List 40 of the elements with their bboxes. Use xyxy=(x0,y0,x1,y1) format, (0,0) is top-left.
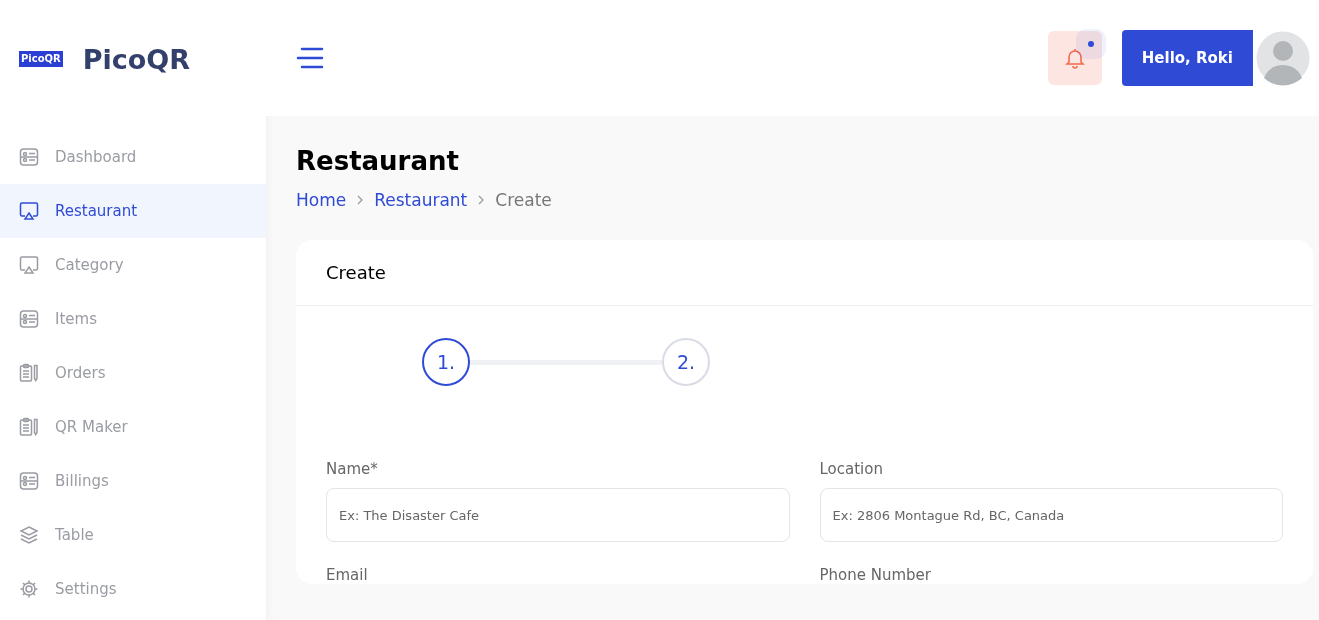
notification-button[interactable] xyxy=(1047,31,1102,85)
input-field[interactable]: Ex: 2806 Montague Rd, BC, Canada xyxy=(819,488,1283,542)
field-label: Name* xyxy=(326,460,379,478)
step-indicator[interactable]: 2. xyxy=(662,338,710,386)
sidebar-item[interactable]: Dashboard xyxy=(0,130,266,184)
monitor-icon xyxy=(19,201,39,221)
input-field[interactable]: Ex: The Disaster Cafe xyxy=(326,488,790,542)
menu-button[interactable] xyxy=(296,46,324,70)
bell-icon xyxy=(1062,46,1087,70)
avatar-icon[interactable] xyxy=(1253,28,1313,88)
brand-name: PicoQR xyxy=(82,43,191,75)
step-indicator[interactable]: 1. xyxy=(422,338,470,386)
page-title: Restaurant xyxy=(296,146,460,176)
monitor-icon xyxy=(19,255,39,275)
chevron-icon xyxy=(356,195,365,205)
list-icon xyxy=(19,471,39,491)
sidebar-item[interactable]: Settings xyxy=(0,562,266,616)
clipboard-icon xyxy=(19,363,39,383)
sidebar-item[interactable]: Items xyxy=(0,292,266,346)
sidebar-item[interactable]: QR Maker xyxy=(0,400,266,454)
list-icon xyxy=(19,309,39,329)
field-label: Location xyxy=(819,460,884,478)
sidebar-item[interactable]: Billings xyxy=(0,454,266,508)
settings-icon xyxy=(19,579,39,599)
sidebar-item[interactable]: Orders xyxy=(0,346,266,400)
breadcrumb-current: Create xyxy=(495,190,552,210)
list-icon xyxy=(19,147,39,167)
breadcrumb-link[interactable]: Home xyxy=(296,190,347,210)
clipboard-icon xyxy=(19,417,39,437)
field-label: Email xyxy=(326,566,369,584)
logo: PicoQR xyxy=(19,51,63,67)
field-label: Phone Number xyxy=(819,566,932,584)
sidebar-item[interactable]: Category xyxy=(0,238,266,292)
breadcrumb-link[interactable]: Restaurant xyxy=(374,190,468,210)
sidebar-item[interactable]: Table xyxy=(0,508,266,562)
chevron-icon xyxy=(477,195,486,205)
user-button[interactable]: Hello, Roki xyxy=(1121,30,1253,86)
sidebar-item[interactable]: Restaurant xyxy=(0,184,266,238)
card-title: Create xyxy=(326,262,386,283)
layers-icon xyxy=(19,525,39,545)
